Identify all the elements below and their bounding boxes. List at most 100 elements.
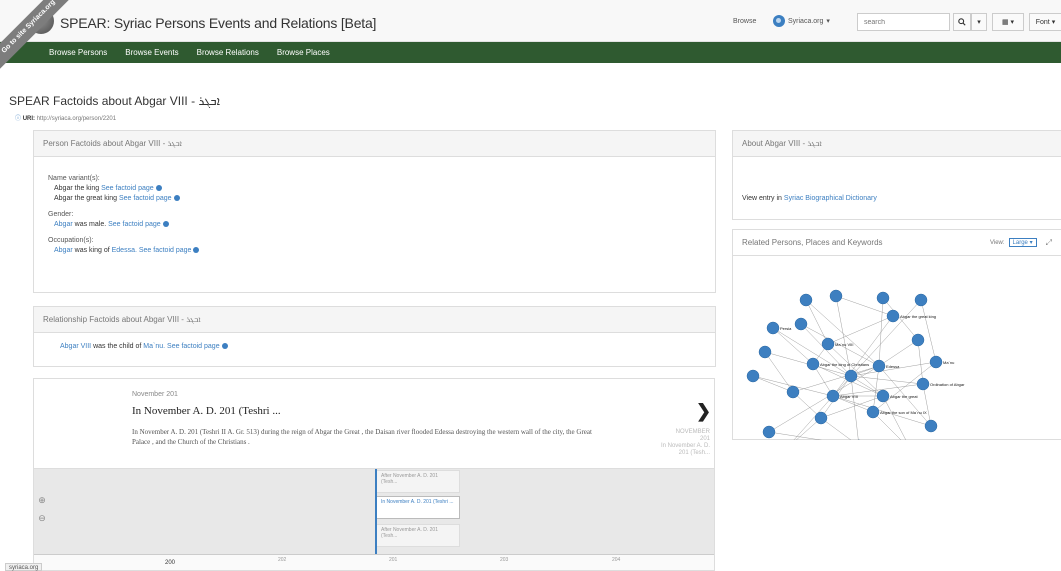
graph-edge (827, 315, 894, 345)
graph-node[interactable] (829, 289, 843, 303)
graph-node[interactable] (799, 293, 813, 307)
search-icon (958, 18, 966, 26)
timeline-date: November 201 (132, 391, 178, 398)
graph-node[interactable] (876, 389, 890, 403)
graph-node[interactable] (866, 405, 880, 419)
graph-node-label: Ma`nu VIII (835, 342, 853, 347)
expand-icon[interactable]: ⤢ (1046, 238, 1052, 248)
uri-link[interactable]: http://syriaca.org/person/2201 (37, 116, 116, 122)
search-options-dropdown[interactable]: ▾ (971, 13, 987, 31)
timeline-widget: November 201 In November A. D. 201 (Tesh… (33, 378, 715, 571)
person-link[interactable]: Abgar (54, 247, 73, 254)
graph-edge (805, 299, 880, 367)
next-year: 201 (699, 436, 710, 442)
graph-node[interactable] (766, 321, 780, 335)
info-icon: ⓘ (15, 116, 22, 122)
axis-tick: 202 (278, 557, 287, 563)
graph-node[interactable] (872, 359, 886, 373)
arrow-circle-icon[interactable] (193, 247, 200, 254)
graph-node-label: Abgar the king of Christians (820, 362, 869, 367)
see-factoid-link[interactable]: See factoid page (108, 221, 161, 228)
see-factoid-link[interactable]: See factoid page (139, 247, 192, 254)
related-panel: Related Persons, Places and Keywords Vie… (732, 229, 1061, 457)
related-heading: Related Persons, Places and Keywords (742, 238, 883, 247)
place-link[interactable]: Edessa. (112, 247, 137, 254)
graph-edge (922, 383, 932, 427)
zoom-out-icon[interactable]: ⊖ (36, 513, 48, 525)
about-panel: About Abgar VIII - ܐܒܓܪ View entry in Sy… (732, 130, 1061, 220)
axis-year: 200 (165, 560, 176, 566)
arrow-circle-icon[interactable] (221, 343, 228, 350)
browse-menu[interactable]: Browse (733, 18, 756, 25)
graph-node[interactable] (762, 425, 776, 439)
subject-link[interactable]: Abgar VIII (60, 343, 91, 350)
timeline-flag-active[interactable]: In November A. D. 201 (Teshri ... (376, 496, 460, 519)
view-label: View: (989, 239, 1005, 246)
graph-node[interactable] (821, 337, 835, 351)
occupation-row: Abgar was king of Edessa. See factoid pa… (54, 247, 701, 254)
uri-line: ⓘ URI: http://syriaca.org/person/2201 (15, 113, 116, 122)
graph-node[interactable] (794, 317, 808, 331)
nav-browse-places[interactable]: Browse Places (277, 48, 330, 57)
object-link[interactable]: Ma`nu. (143, 343, 165, 350)
arrow-circle-icon[interactable] (162, 221, 169, 228)
graph-edge (820, 417, 860, 447)
graph-node[interactable] (886, 309, 900, 323)
graph-edge (872, 411, 912, 451)
about-text: View entry in (742, 195, 782, 202)
see-factoid-link[interactable]: See factoid page (119, 195, 172, 202)
graph-node-label: Abgar VIII (840, 394, 858, 399)
timeline-flag[interactable]: After November A. D. 201 (Tesh... (376, 470, 460, 493)
relationship-network-graph[interactable]: Persia Abgar the great king Ma`nu VIII Abga… (733, 256, 1061, 457)
graph-edge (920, 299, 937, 363)
nav-browse-events[interactable]: Browse Events (125, 48, 178, 57)
gender-text: was male. (74, 221, 107, 228)
related-heading-bar: Related Persons, Places and Keywords Vie… (733, 230, 1061, 256)
view-select[interactable]: Large ▾ (1008, 238, 1037, 247)
graph-node[interactable] (929, 355, 943, 369)
graph-node-label: Abgar the great (890, 394, 918, 399)
graph-node[interactable] (876, 291, 890, 305)
graph-node[interactable] (786, 385, 800, 399)
syriaca-menu[interactable]: Syriaca.org ▾ (773, 14, 830, 28)
graph-node[interactable] (806, 357, 820, 371)
next-event-preview[interactable]: NOVEMBER 201 In November A. D. 201 (Tesh… (660, 429, 710, 457)
search-input[interactable] (857, 13, 950, 31)
timeline-flag[interactable]: After November A. D. 201 (Tesh... (376, 524, 460, 547)
arrow-circle-icon[interactable] (173, 195, 180, 202)
person-factoids-panel: Person Factoids about Abgar VIII - ܐܒܓܪ … (33, 130, 716, 293)
name-variant-row: Abgar the great king See factoid page (54, 195, 701, 202)
graph-edge (850, 375, 860, 447)
graph-node[interactable] (746, 369, 760, 383)
graph-node[interactable] (814, 411, 828, 425)
graph-node[interactable] (758, 345, 772, 359)
relation-text: was the child of (93, 343, 142, 350)
sbd-link[interactable]: Syriac Biographical Dictionary (784, 195, 877, 202)
graph-edge (872, 365, 880, 413)
name-variant-row: Abgar the king See factoid page (54, 185, 701, 192)
graph-node[interactable] (924, 419, 938, 433)
graph-node[interactable] (844, 369, 858, 383)
syriaca-label: Syriaca.org (788, 17, 824, 25)
next-arrow-icon[interactable]: ❯ (696, 401, 711, 422)
graph-node-label: Persia (780, 326, 792, 331)
graph-node[interactable] (826, 389, 840, 403)
graph-node[interactable] (916, 377, 930, 391)
person-link[interactable]: Abgar (54, 221, 73, 228)
site-title[interactable]: SPEAR: Syriac Persons Events and Relatio… (60, 15, 376, 31)
graph-node[interactable] (911, 333, 925, 347)
main-navbar: Browse Persons Browse Events Browse Rela… (0, 42, 1061, 63)
nav-browse-relations[interactable]: Browse Relations (197, 48, 259, 57)
axis-tick: 204 (612, 557, 621, 563)
person-factoids-heading: Person Factoids about Abgar VIII - ܐܒܓܪ (34, 131, 715, 157)
zoom-in-icon[interactable]: ⊕ (36, 495, 48, 507)
see-factoid-link[interactable]: See factoid page (167, 343, 220, 350)
graph-node[interactable] (914, 293, 928, 307)
nav-browse-persons[interactable]: Browse Persons (49, 48, 107, 57)
keyboard-menu[interactable]: ▦ ▾ (992, 13, 1024, 31)
arrow-circle-icon[interactable] (155, 185, 162, 192)
search-button[interactable] (953, 13, 971, 31)
see-factoid-link[interactable]: See factoid page (101, 185, 154, 192)
font-menu[interactable]: Font ▾ (1029, 13, 1061, 31)
chevron-down-icon: ▾ (1051, 19, 1056, 26)
